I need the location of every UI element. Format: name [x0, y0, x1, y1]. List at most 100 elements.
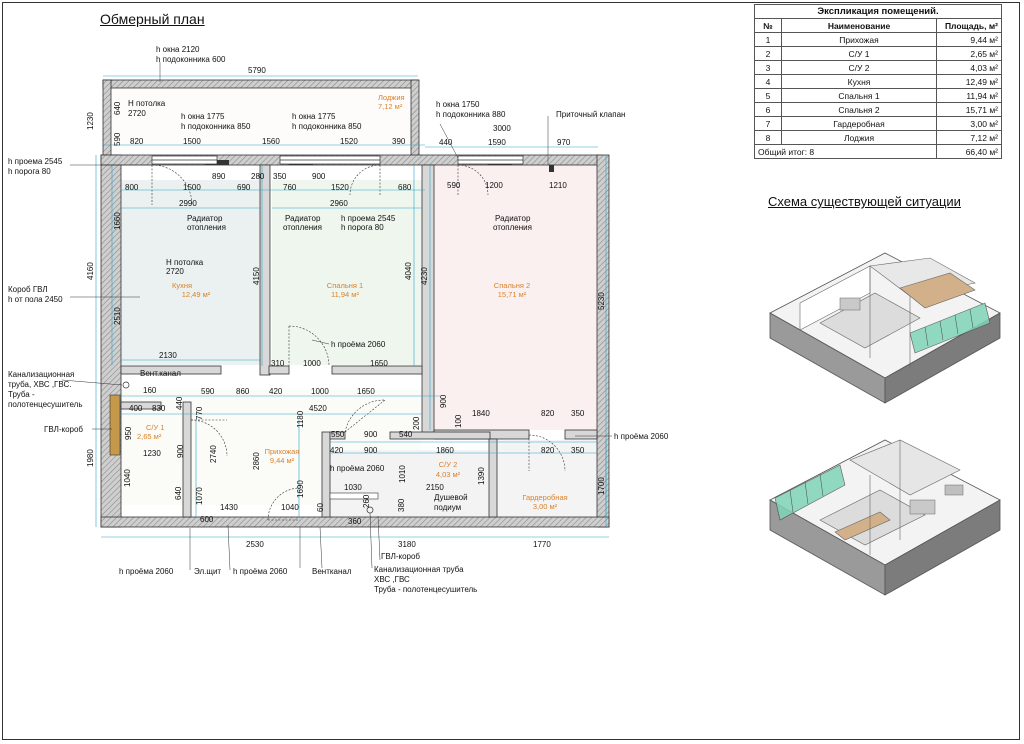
dim-1180: 1180: [296, 410, 305, 428]
dim-1660: 1660: [113, 212, 122, 230]
dim-2150: 2150: [426, 483, 444, 492]
dim-1390: 1390: [477, 467, 486, 485]
note-vent-1: Вент.канал: [140, 369, 181, 378]
dim-690: 690: [237, 183, 251, 192]
dim-900c: 900: [364, 430, 378, 439]
dim-900e: 900: [176, 444, 185, 458]
dim-1520b: 1520: [331, 183, 349, 192]
isometric-view-2: [769, 439, 1001, 596]
dim-2530: 2530: [246, 540, 264, 549]
dim-1650b: 1650: [357, 387, 375, 396]
dim-1690: 1690: [296, 480, 305, 498]
dim-4160: 4160: [86, 262, 95, 280]
dim-1040a: 1040: [123, 469, 132, 487]
note-el-panel: Эл.щит: [194, 567, 221, 576]
dim-60: 60: [316, 503, 325, 512]
note-radiator-2b: отопления: [283, 223, 322, 232]
note-ceiling-value-2: 2720: [166, 267, 184, 276]
dim-820c: 820: [541, 446, 555, 455]
dim-1030: 1030: [344, 483, 362, 492]
outer-wall-right: [596, 154, 610, 528]
table-row: 2 С/У 1 2,65 м²: [754, 46, 1002, 61]
loggia-wall-top: [102, 79, 419, 89]
room-bed2-area: 15,71 м²: [498, 290, 527, 299]
table-row: 1 Прихожая 9,44 м²: [754, 32, 1002, 47]
dim-390: 390: [392, 137, 406, 146]
room-wc1-area: 2,65 м²: [137, 432, 162, 441]
dim-640b: 640: [174, 486, 183, 500]
dim-440b: 440: [175, 396, 184, 410]
dim-1500b: 1500: [183, 183, 201, 192]
total-label: Общий итог: 8: [754, 144, 937, 159]
room-kitchen-area: 12,49 м²: [182, 290, 211, 299]
note-radiator-1b: отопления: [187, 223, 226, 232]
dim-200: 200: [412, 416, 421, 430]
dim-590a: 590: [113, 132, 122, 146]
dim-1980: 1980: [86, 449, 95, 467]
note-radiator-3a: Радиатор: [495, 214, 531, 223]
dim-1070: 1070: [195, 487, 204, 505]
dim-4150: 4150: [252, 267, 261, 285]
table-row: 4 Кухня 12,49 м²: [754, 74, 1002, 89]
note-gvl-bottom: ГВЛ-короб: [381, 552, 420, 561]
dim-1770: 1770: [533, 540, 551, 549]
explication-table: Экспликация помещений. № Наименование Пл…: [754, 4, 1002, 159]
wall-wc2-wardrobe: [488, 438, 498, 518]
dim-1230: 1230: [86, 112, 95, 130]
dim-900: 900: [312, 172, 326, 181]
note-sewer-bottom-1: Канализационная труба: [374, 565, 464, 574]
dim-1230b: 1230: [143, 449, 161, 458]
dim-360: 360: [348, 517, 362, 526]
room-bed1-name: Спальня 1: [327, 281, 363, 290]
dim-1200: 1200: [485, 181, 503, 190]
note-door-bed1: h проёма 2060: [331, 340, 386, 349]
dim-900d: 900: [364, 446, 378, 455]
note-opening-height-mid: h проема 2545: [341, 214, 396, 223]
loggia-fill: [107, 84, 413, 150]
dim-310: 310: [271, 359, 285, 368]
dim-590c: 590: [201, 387, 215, 396]
note-sill-height-3: h подоконника 850: [292, 122, 362, 131]
dim-420a: 420: [269, 387, 283, 396]
dim-970: 970: [557, 138, 571, 147]
note-sewer-left-2: труба, ХВС ,ГВС.: [8, 380, 71, 389]
dim-540: 540: [399, 430, 413, 439]
dim-100: 100: [454, 414, 463, 428]
dim-1700: 1700: [597, 477, 606, 495]
note-door-wc2: h проёма 2060: [330, 464, 385, 473]
dim-1560: 1560: [262, 137, 280, 146]
dim-top-overall: 5790: [248, 66, 266, 75]
dim-420b: 420: [330, 446, 344, 455]
dim-820b: 820: [541, 409, 555, 418]
dim-1010: 1010: [398, 465, 407, 483]
dim-280: 280: [251, 172, 265, 181]
wall-bed1-bed2: [421, 164, 435, 436]
dim-590b: 590: [447, 181, 461, 190]
floor-plan: Лоджия 7,12 м² Кухня 12,49 м² Спальня 1 …: [8, 45, 669, 594]
room-wc1-name: С/У 1: [146, 423, 165, 432]
note-sewer-bottom-2: ХВС ,ГВС: [374, 575, 410, 584]
room-kitchen-name: Кухня: [172, 281, 192, 290]
note-sewer-left-1: Канализационная: [8, 370, 74, 379]
dim-4230: 4230: [420, 267, 429, 285]
dim-3000: 3000: [493, 124, 511, 133]
header-area: Площадь, м²: [936, 18, 1002, 33]
table-row: 8 Лоджия 7,12 м²: [754, 130, 1002, 145]
room-wc2-name: С/У 2: [439, 460, 458, 469]
dim-2960: 2960: [330, 199, 348, 208]
note-sewer-left-4: полотенцесушитель: [8, 400, 83, 409]
header-name: Наименование: [781, 18, 937, 33]
dim-160: 160: [143, 386, 157, 395]
note-ceiling-label-2: Н потолка: [166, 258, 204, 267]
windows: [151, 155, 524, 165]
note-supply-valve: Приточный клапан: [556, 110, 625, 119]
wall-wc1-right: [182, 401, 192, 518]
note-sill-height-4: h подоконника 880: [436, 110, 506, 119]
dim-770: 770: [195, 406, 204, 420]
dim-1500a: 1500: [183, 137, 201, 146]
note-shower-2: подиум: [434, 503, 461, 512]
scheme-title: Схема существующей ситуации: [768, 194, 961, 209]
loggia-wall-left: [102, 79, 112, 159]
dim-550: 550: [331, 430, 345, 439]
dim-1210: 1210: [549, 181, 567, 190]
